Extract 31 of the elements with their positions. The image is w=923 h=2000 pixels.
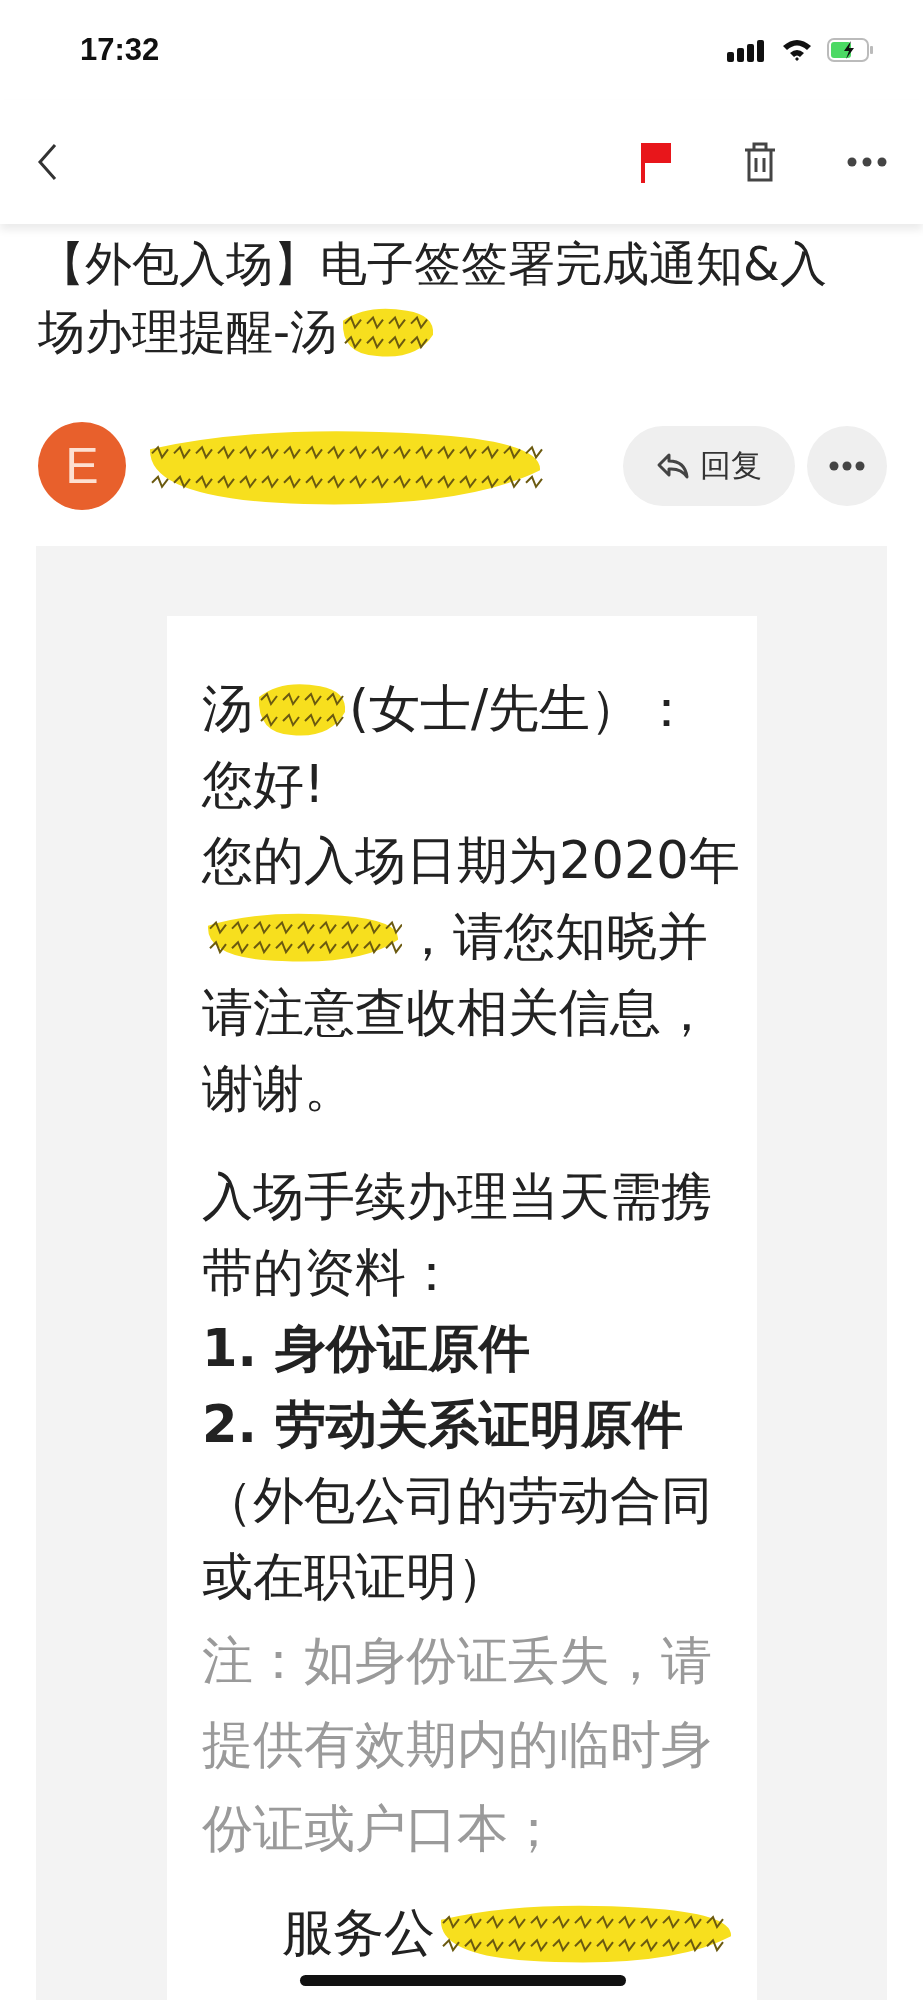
body-text: 您的入场日期为2020年 [202,830,740,892]
reply-button[interactable]: 回复 [623,426,795,506]
body-text: 入场手续办理当天需携 [202,1166,712,1228]
body-text: ，请您知晓并 [402,906,708,968]
signal-icon [727,38,767,62]
body-text: 汤 [202,678,253,740]
more-icon [829,461,865,471]
wifi-icon [781,38,813,62]
body-text: 份证或户口本； [202,1798,559,1860]
body-text: 请注意查收相关信息， [202,982,712,1044]
reply-icon [656,452,690,480]
body-text: 服务公 [282,1902,435,1964]
battery-icon [827,37,875,63]
body-text: （外包公司的劳动合同 [202,1470,712,1532]
body-text: 2. 劳动关系证明原件 [202,1394,683,1456]
flag-icon [639,141,673,183]
body-text: 您好! [202,754,325,816]
email-subject: 场办理提醒-汤 [38,303,337,361]
status-time: 17:32 [80,32,160,68]
body-text: 提供有效期内的临时身 [202,1714,712,1776]
body-text: 注：如身份证丢失，请 [202,1630,712,1692]
body-text: 1. 身份证原件 [202,1318,530,1380]
sender-avatar: E [38,422,126,510]
chevron-left-icon [36,142,58,182]
more-icon [847,157,887,167]
body-text: (女士/先生）： [349,678,693,740]
body-text: 或在职证明） [202,1546,508,1608]
body-text: 谢谢。 [202,1058,355,1120]
trash-icon [743,141,777,183]
body-text: 带的资料： [202,1242,457,1304]
email-subject: 【外包入场】电子签签署完成通知&入 [38,235,827,293]
